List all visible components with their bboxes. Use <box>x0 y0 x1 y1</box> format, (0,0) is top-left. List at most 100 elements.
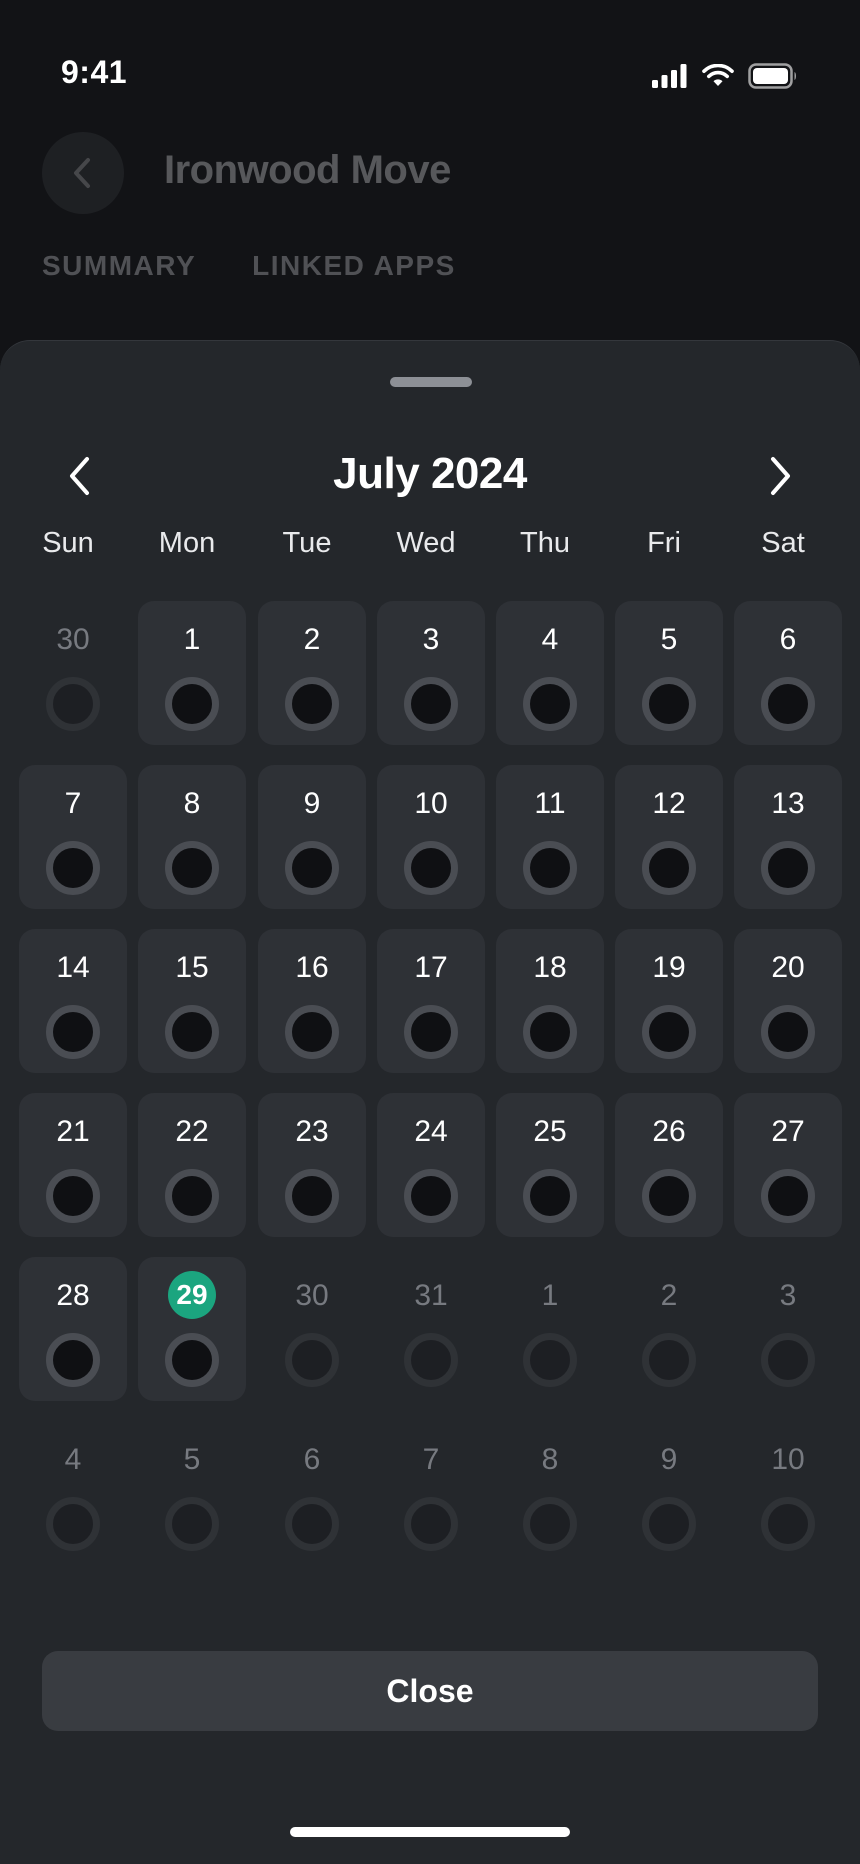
calendar-day[interactable]: 2 <box>258 601 366 745</box>
activity-ring-icon <box>285 1333 339 1387</box>
calendar-day[interactable]: 11 <box>496 765 604 909</box>
day-number: 15 <box>175 951 209 984</box>
calendar-day[interactable]: 7 <box>19 765 127 909</box>
activity-ring-icon <box>46 1005 100 1059</box>
activity-ring-icon <box>523 1333 577 1387</box>
activity-ring-icon <box>761 1497 815 1551</box>
activity-ring-icon <box>642 1169 696 1223</box>
calendar-day[interactable]: 21 <box>19 1093 127 1237</box>
calendar-day[interactable]: 15 <box>138 929 246 1073</box>
calendar-day[interactable]: 18 <box>496 929 604 1073</box>
calendar-day[interactable]: 19 <box>615 929 723 1073</box>
close-button[interactable]: Close <box>42 1651 818 1731</box>
day-number: 1 <box>541 1279 559 1312</box>
day-number: 4 <box>64 1443 82 1476</box>
page-title: Ironwood Move <box>164 148 451 192</box>
weekday-label: Tue <box>282 527 332 559</box>
signal-icon <box>652 63 688 93</box>
activity-ring-icon <box>642 1497 696 1551</box>
day-number: 18 <box>533 951 567 984</box>
day-number: 13 <box>771 787 805 820</box>
month-title: July 2024 <box>333 449 527 498</box>
calendar-day[interactable]: 4 <box>496 601 604 745</box>
calendar-day: 9 <box>615 1421 723 1565</box>
calendar-day[interactable]: 8 <box>138 765 246 909</box>
calendar-day[interactable]: 20 <box>734 929 842 1073</box>
calendar-day[interactable]: 9 <box>258 765 366 909</box>
calendar-day[interactable]: 24 <box>377 1093 485 1237</box>
day-number: 14 <box>56 951 90 984</box>
status-time: 9:41 <box>61 54 128 90</box>
sheet-grabber[interactable] <box>390 377 472 387</box>
day-number: 21 <box>56 1115 90 1148</box>
activity-ring-icon <box>46 841 100 895</box>
activity-ring-icon <box>642 841 696 895</box>
activity-ring-icon <box>165 1169 219 1223</box>
calendar-day[interactable]: 14 <box>19 929 127 1073</box>
calendar-day[interactable]: 28 <box>19 1257 127 1401</box>
tab-linked-apps[interactable]: LINKED APPS <box>252 250 456 282</box>
calendar-day[interactable]: 25 <box>496 1093 604 1237</box>
background-screen: Ironwood Move SUMMARY LINKED APPS <box>0 120 860 350</box>
status-icons <box>652 62 798 93</box>
calendar-day[interactable]: 22 <box>138 1093 246 1237</box>
calendar-day[interactable]: 3 <box>377 601 485 745</box>
calendar-day[interactable]: 23 <box>258 1093 366 1237</box>
tab-summary[interactable]: SUMMARY <box>42 250 196 282</box>
day-number: 4 <box>541 623 559 656</box>
day-number: 27 <box>771 1115 805 1148</box>
calendar-day[interactable]: 6 <box>734 601 842 745</box>
weekday-label: Thu <box>520 527 570 559</box>
calendar-day[interactable]: 17 <box>377 929 485 1073</box>
day-number: 19 <box>652 951 686 984</box>
home-indicator <box>290 1827 570 1837</box>
weekday-header: Sun Mon Tue Wed Thu Fri Sat <box>14 527 846 567</box>
day-number: 3 <box>779 1279 797 1312</box>
day-number: 9 <box>660 1443 678 1476</box>
day-number: 9 <box>303 787 321 820</box>
chevron-left-icon <box>74 158 90 188</box>
activity-ring-icon <box>523 677 577 731</box>
activity-ring-icon <box>165 1333 219 1387</box>
weekday-label: Sat <box>761 527 805 559</box>
activity-ring-icon <box>761 677 815 731</box>
calendar-day: 10 <box>734 1421 842 1565</box>
calendar-day: 6 <box>258 1421 366 1565</box>
day-number: 30 <box>295 1279 329 1312</box>
day-number: 8 <box>183 787 201 820</box>
calendar-day[interactable]: 5 <box>615 601 723 745</box>
calendar-day: 5 <box>138 1421 246 1565</box>
day-number: 6 <box>303 1443 321 1476</box>
activity-ring-icon <box>404 1005 458 1059</box>
day-number: 30 <box>56 623 90 656</box>
calendar-day[interactable]: 10 <box>377 765 485 909</box>
calendar-day: 3 <box>734 1257 842 1401</box>
calendar-day: 30 <box>258 1257 366 1401</box>
back-button[interactable] <box>42 132 124 214</box>
day-number: 10 <box>414 787 448 820</box>
calendar-day: 31 <box>377 1257 485 1401</box>
calendar-day[interactable]: 16 <box>258 929 366 1073</box>
activity-ring-icon <box>46 1169 100 1223</box>
day-number: 31 <box>414 1279 448 1312</box>
activity-ring-icon <box>46 1333 100 1387</box>
activity-ring-icon <box>642 1333 696 1387</box>
calendar-day[interactable]: 12 <box>615 765 723 909</box>
activity-ring-icon <box>285 1169 339 1223</box>
day-number: 16 <box>295 951 329 984</box>
activity-ring-icon <box>46 677 100 731</box>
calendar-day[interactable]: 27 <box>734 1093 842 1237</box>
day-number: 17 <box>414 951 448 984</box>
next-month-button[interactable] <box>745 441 815 511</box>
calendar-day[interactable]: 26 <box>615 1093 723 1237</box>
calendar-day[interactable]: 13 <box>734 765 842 909</box>
calendar-day: 1 <box>496 1257 604 1401</box>
wifi-icon <box>702 63 734 93</box>
day-number: 23 <box>295 1115 329 1148</box>
activity-ring-icon <box>523 841 577 895</box>
calendar-day[interactable]: 1 <box>138 601 246 745</box>
activity-ring-icon <box>761 1005 815 1059</box>
day-number: 25 <box>533 1115 567 1148</box>
day-number: 20 <box>771 951 805 984</box>
calendar-day-today[interactable]: 29 <box>138 1257 246 1401</box>
